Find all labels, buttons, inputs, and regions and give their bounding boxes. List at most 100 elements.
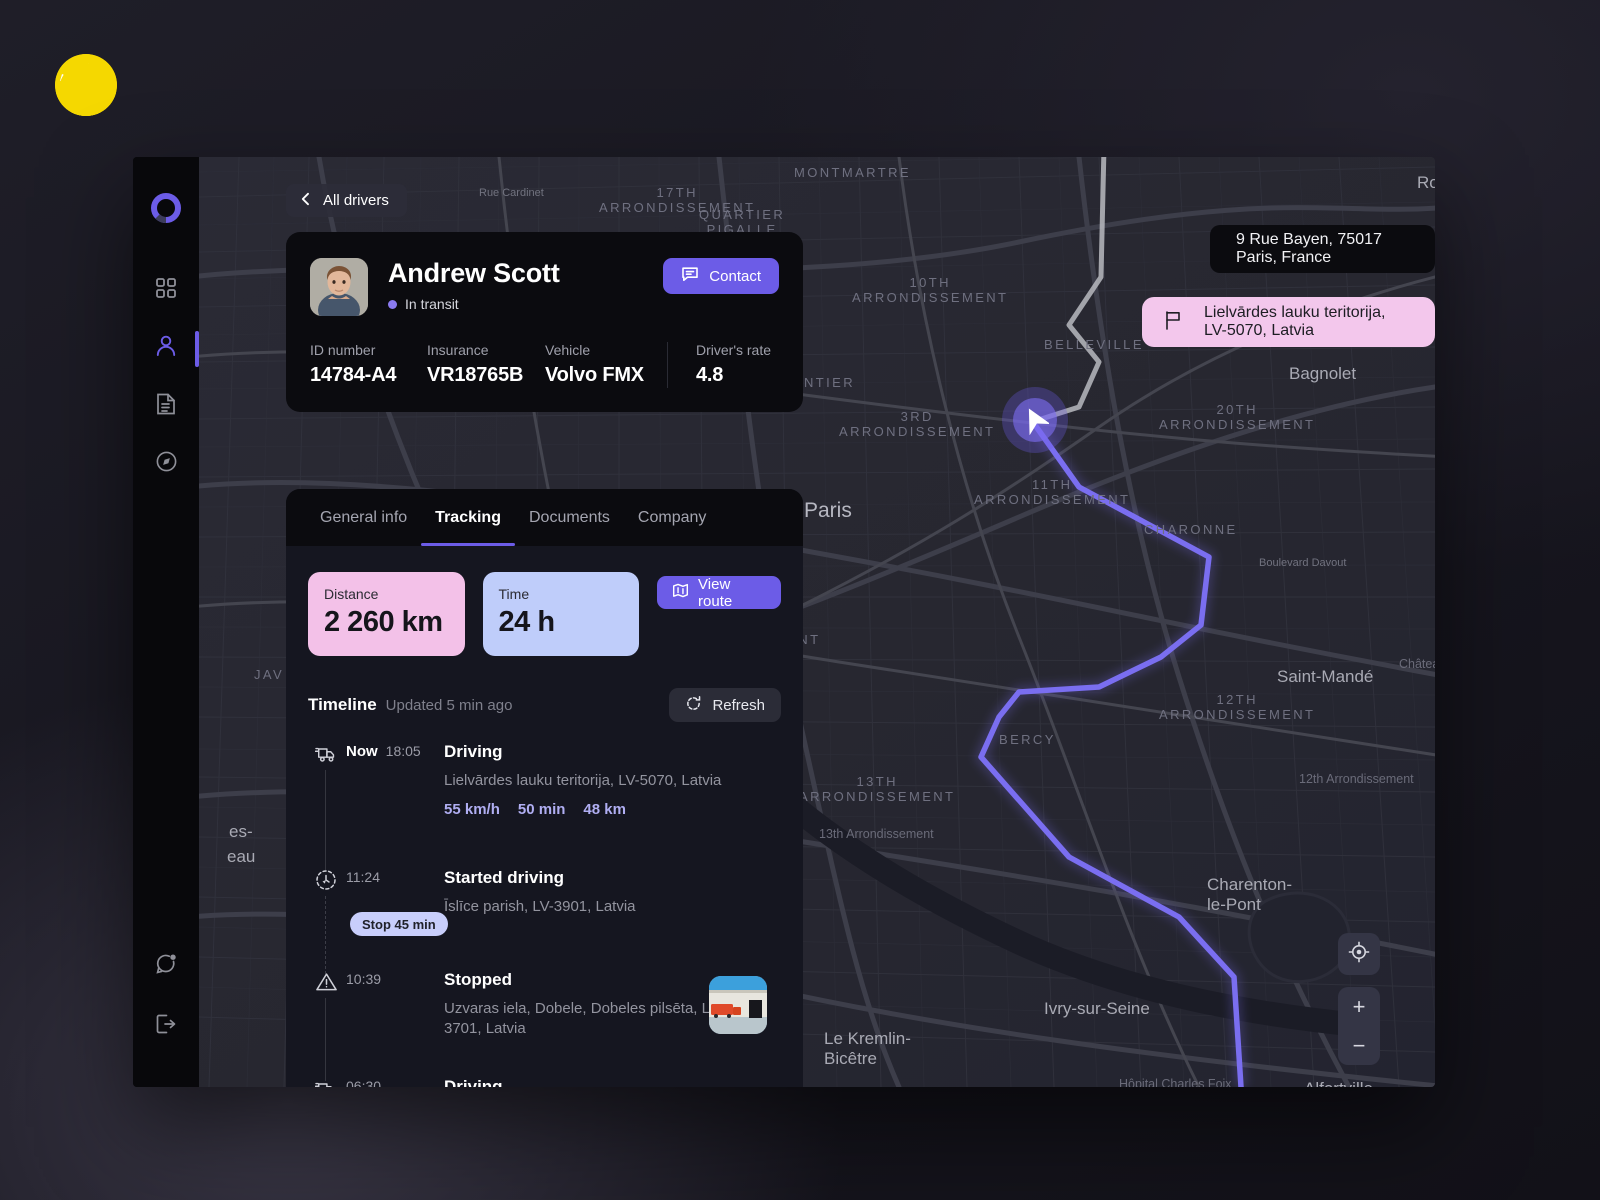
timeline-metrics: 55 km/h 50 min 48 km bbox=[444, 801, 781, 818]
timeline-address: Lielvārdes lauku teritorija, LV-5070, La… bbox=[444, 772, 722, 789]
metric-duration: 50 min bbox=[517, 801, 566, 819]
timeline-timestamp: 11:24 bbox=[346, 869, 380, 885]
stat-distance: Distance 2 260 km bbox=[308, 572, 465, 656]
status-dot-icon bbox=[388, 299, 397, 309]
timeline-event: Driving bbox=[444, 1077, 503, 1087]
truck-icon bbox=[314, 1077, 338, 1087]
timeline-header: Timeline Updated 5 min ago Refresh bbox=[308, 688, 781, 722]
timeline-connector bbox=[325, 998, 326, 1081]
user-icon bbox=[154, 334, 178, 363]
tab-documents[interactable]: Documents bbox=[515, 489, 624, 546]
timeline-photo-thumbnail[interactable] bbox=[709, 976, 767, 1034]
status-label: In transit bbox=[405, 296, 459, 312]
stat-label: Distance bbox=[324, 586, 379, 602]
driver-name: Andrew Scott bbox=[388, 258, 560, 288]
tab-tracking[interactable]: Tracking bbox=[421, 489, 515, 546]
meta-id-number: ID number 14784-A4 bbox=[310, 342, 427, 387]
timeline-timestamp: 06:30 bbox=[346, 1078, 382, 1087]
stats-row: Distance 2 260 km Time 24 h View route bbox=[308, 572, 781, 656]
grid-dashboard-icon bbox=[155, 277, 177, 304]
all-drivers-label: All drivers bbox=[323, 192, 389, 209]
timeline-time: 11:24 bbox=[346, 869, 380, 885]
sidebar-item-documents[interactable] bbox=[145, 385, 187, 427]
timeline-time: 06:30 bbox=[346, 1078, 381, 1087]
meta-value: Volvo FMX bbox=[545, 364, 644, 386]
sunrise-logo bbox=[55, 54, 117, 116]
view-route-button[interactable]: View route bbox=[657, 575, 781, 610]
contact-label: Contact bbox=[709, 267, 761, 285]
timeline-event: Started driving bbox=[444, 868, 564, 887]
timeline-item[interactable]: Now 18:05 Driving Lielvārdes lauku terit… bbox=[308, 742, 781, 872]
meta-label: Driver's rate bbox=[696, 342, 772, 358]
tab-company[interactable]: Company bbox=[624, 489, 720, 546]
meta-vehicle: Vehicle Volvo FMX bbox=[545, 342, 667, 387]
tab-general-info[interactable]: General info bbox=[306, 489, 421, 546]
stat-label: Time bbox=[498, 586, 530, 602]
tracking-tab-body: Distance 2 260 km Time 24 h View route T… bbox=[286, 546, 803, 1087]
tab-bar: General info Tracking Documents Company bbox=[286, 489, 803, 546]
donut-logo-icon bbox=[151, 193, 181, 224]
logout-icon bbox=[154, 1012, 178, 1041]
status-badge: In transit bbox=[388, 296, 560, 312]
vehicle-marker[interactable] bbox=[1002, 387, 1068, 453]
clock-arrow-icon bbox=[314, 868, 338, 892]
stat-value: 24 h bbox=[498, 606, 556, 638]
flag-icon bbox=[1164, 310, 1182, 335]
document-list-icon bbox=[155, 392, 177, 421]
zoom-controls: + − bbox=[1338, 987, 1380, 1065]
timeline-address: Uzvaras iela, Dobele, Dobeles pilsēta, L… bbox=[444, 1000, 724, 1038]
app-window: MONTMARTRE 17TH ARRONDISSEMENT QUARTIER PI… bbox=[133, 157, 1435, 1087]
destination-address-chip[interactable]: 9 Rue Bayen, 75017 Paris, France bbox=[1210, 225, 1435, 273]
driver-detail-panel: All drivers Andrew Scott In transit Cont… bbox=[286, 157, 803, 1087]
sidebar-item-messages[interactable] bbox=[145, 945, 187, 987]
origin-address-chip[interactable]: Lielvārdes lauku teritorija, LV-5070, La… bbox=[1142, 297, 1435, 347]
metric-speed: 55 km/h bbox=[444, 801, 500, 819]
timeline-now-label: Now bbox=[346, 743, 378, 760]
sidebar-bottom-group bbox=[145, 945, 187, 1087]
tabs-card: General info Tracking Documents Company … bbox=[286, 489, 803, 1087]
timeline-item[interactable]: 10:39 Stopped Uzvaras iela, Dobele, Dobe… bbox=[308, 970, 781, 1081]
compass-icon bbox=[155, 450, 178, 478]
driver-card-header: Andrew Scott In transit Contact bbox=[310, 258, 779, 316]
sidebar-item-navigation[interactable] bbox=[145, 443, 187, 485]
sidebar-item-drivers[interactable] bbox=[145, 327, 199, 369]
map-area[interactable]: MONTMARTRE 17TH ARRONDISSEMENT QUARTIER PI… bbox=[199, 157, 1435, 1087]
locate-button[interactable] bbox=[1338, 933, 1380, 975]
zoom-in-button[interactable]: + bbox=[1338, 987, 1380, 1026]
refresh-label: Refresh bbox=[712, 696, 765, 714]
sidebar-item-logout[interactable] bbox=[145, 1005, 187, 1047]
timeline-address: Īslīce parish, LV-3901, Latvia bbox=[444, 898, 636, 915]
warning-icon bbox=[314, 970, 338, 994]
destination-address-text: 9 Rue Bayen, 75017 Paris, France bbox=[1236, 231, 1382, 266]
stat-value: 2 260 km bbox=[324, 606, 443, 638]
timeline-timestamp: 18:05 bbox=[385, 743, 421, 759]
contact-button[interactable]: Contact bbox=[663, 258, 779, 294]
timeline-connector bbox=[325, 896, 326, 974]
driver-meta-row: ID number 14784-A4 Insurance VR18765B Ve… bbox=[310, 342, 779, 388]
meta-drivers-rate: Driver's rate 4.8 bbox=[696, 342, 771, 387]
refresh-button[interactable]: Refresh bbox=[669, 688, 781, 722]
vehicle-heading-arrow bbox=[1028, 408, 1049, 435]
timeline-connector bbox=[325, 770, 326, 872]
timeline-event: Driving bbox=[444, 742, 503, 761]
map-icon bbox=[672, 582, 689, 603]
sidebar-item-dashboard[interactable] bbox=[145, 269, 187, 311]
avatar bbox=[310, 258, 368, 316]
stop-duration-badge: Stop 45 min bbox=[350, 912, 448, 936]
timeline-list: Now 18:05 Driving Lielvārdes lauku terit… bbox=[308, 742, 781, 1087]
meta-insurance: Insurance VR18765B bbox=[427, 342, 545, 387]
timeline-timestamp: 10:39 bbox=[346, 971, 382, 987]
meta-label: Vehicle bbox=[545, 342, 591, 358]
origin-address-text: Lielvārdes lauku teritorija, LV-5070, La… bbox=[1204, 304, 1386, 339]
view-route-label: View route bbox=[698, 575, 733, 610]
zoom-out-button[interactable]: − bbox=[1338, 1026, 1380, 1065]
meta-label: ID number bbox=[310, 342, 376, 358]
driver-card: Andrew Scott In transit Contact ID numbe… bbox=[286, 232, 803, 412]
crosshair-icon bbox=[1348, 941, 1370, 968]
all-drivers-back-button[interactable]: All drivers bbox=[286, 184, 407, 217]
timeline-item[interactable]: 11:24 Stop 45 min Started driving Īslīce… bbox=[308, 868, 781, 974]
meta-divider bbox=[667, 342, 668, 388]
metric-distance: 48 km bbox=[583, 801, 626, 819]
driver-identity: Andrew Scott In transit bbox=[388, 258, 560, 312]
timeline-item[interactable]: 06:30 Driving Lielvārdes lauku teritorij… bbox=[308, 1077, 781, 1087]
